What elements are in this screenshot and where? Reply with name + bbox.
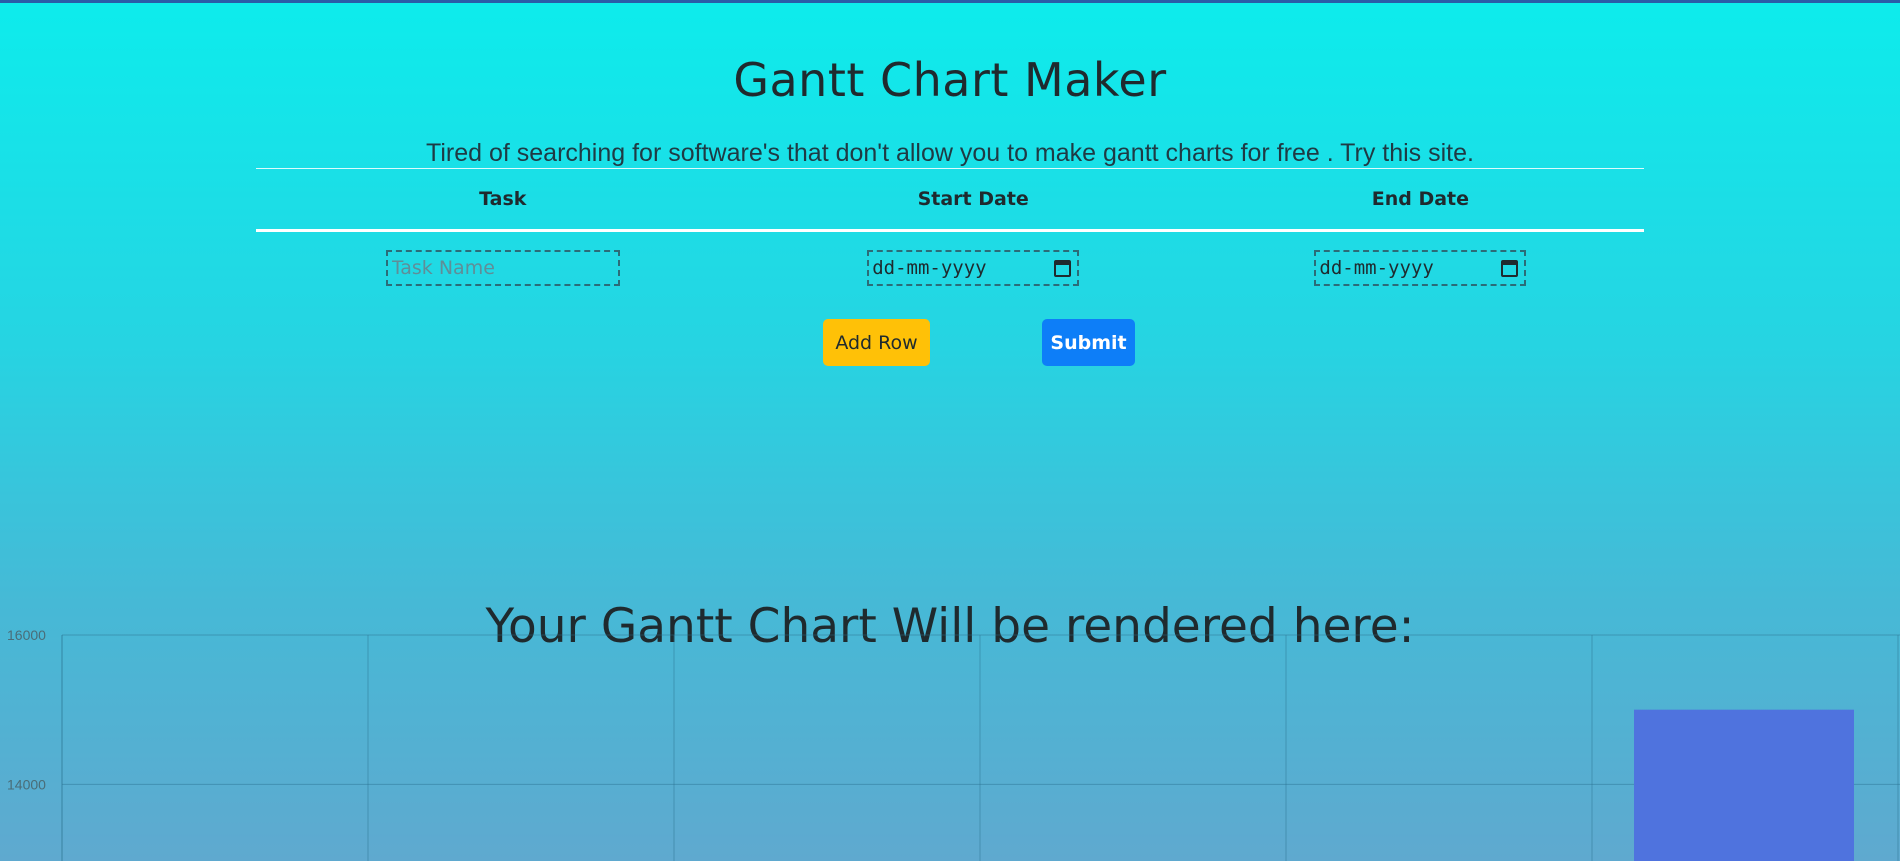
- gantt-chart: 16000 14000: [7, 627, 1900, 861]
- y-tick-label: 14000: [7, 776, 46, 792]
- start-date-value: dd-mm-yyyy: [872, 257, 987, 279]
- start-date-input[interactable]: dd-mm-yyyy: [867, 250, 1080, 286]
- task-form-table: Task Start Date End Date dd-mm-yyyy dd-m…: [256, 168, 1644, 304]
- end-date-input[interactable]: dd-mm-yyyy: [1314, 250, 1527, 286]
- top-strip: [0, 0, 1900, 3]
- submit-button[interactable]: Submit: [1042, 319, 1135, 366]
- chart-bar[interactable]: [1634, 709, 1854, 861]
- page-title: Gantt Chart Maker: [733, 52, 1167, 107]
- task-name-input[interactable]: [385, 250, 620, 286]
- y-tick-label: 16000: [7, 627, 46, 643]
- column-header-task: Task: [256, 168, 750, 232]
- calendar-icon[interactable]: [1054, 259, 1072, 277]
- task-cell: [256, 231, 750, 305]
- column-header-start-date: Start Date: [749, 168, 1197, 232]
- column-header-end-date: End Date: [1196, 168, 1644, 232]
- start-date-cell: dd-mm-yyyy: [750, 231, 1197, 305]
- page-subtitle: Tired of searching for software's that d…: [426, 139, 1474, 167]
- end-date-value: dd-mm-yyyy: [1319, 257, 1434, 279]
- table-row: dd-mm-yyyy dd-mm-yyyy: [256, 231, 1644, 305]
- table-header-row: Task Start Date End Date: [256, 168, 1644, 232]
- end-date-cell: dd-mm-yyyy: [1197, 231, 1644, 305]
- add-row-button[interactable]: Add Row: [823, 319, 930, 366]
- calendar-icon[interactable]: [1501, 259, 1519, 277]
